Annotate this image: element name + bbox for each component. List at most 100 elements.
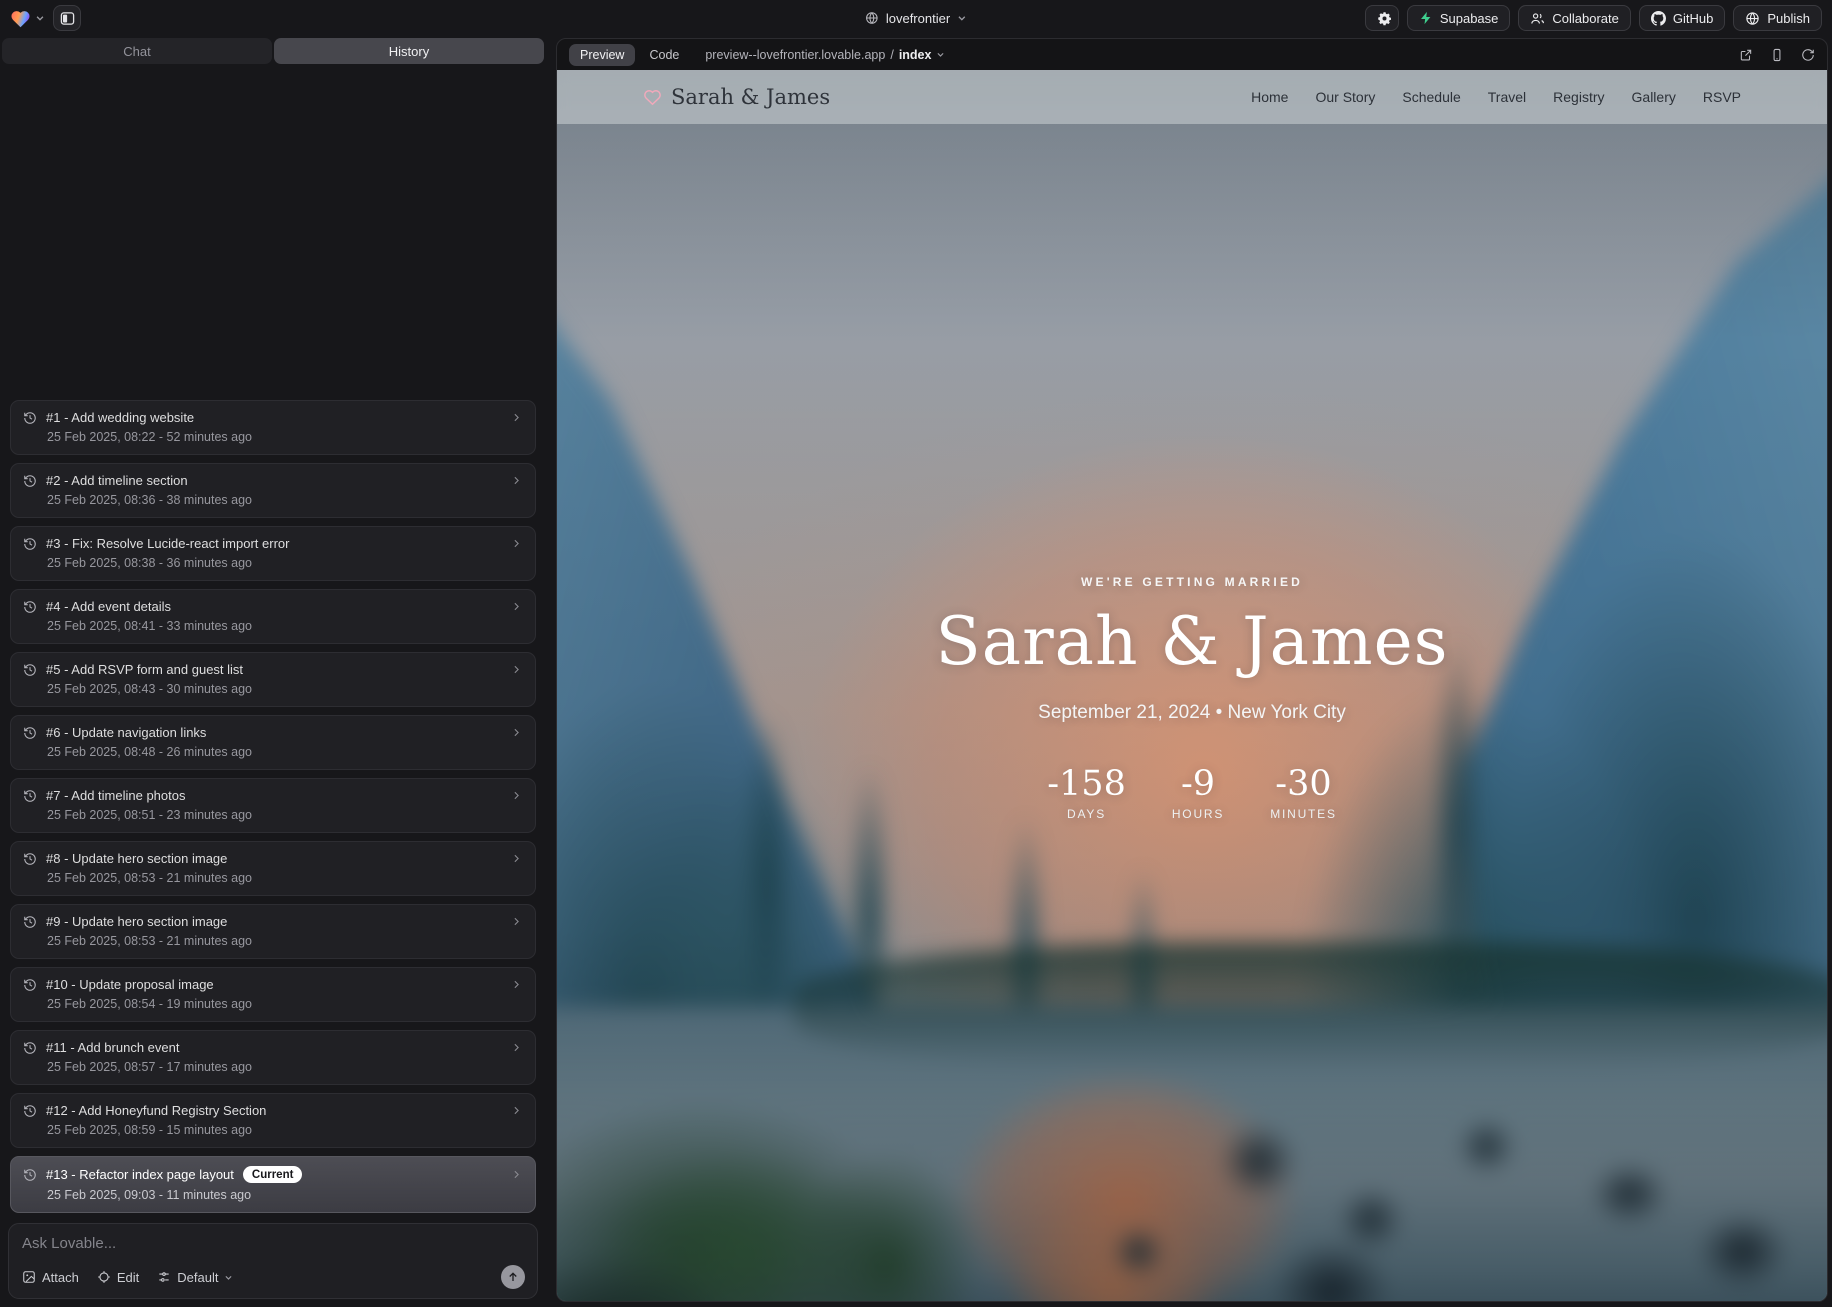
- history-item-meta: 25 Feb 2025, 08:22 - 52 minutes ago: [47, 430, 523, 444]
- history-item-title: #5 - Add RSVP form and guest list: [46, 662, 243, 677]
- site-nav-link[interactable]: Registry: [1553, 89, 1604, 105]
- chevron-right-icon[interactable]: [510, 663, 523, 676]
- chevron-right-icon[interactable]: [510, 1041, 523, 1054]
- publish-button[interactable]: Publish: [1733, 5, 1822, 31]
- project-selector[interactable]: lovefrontier: [865, 0, 967, 36]
- github-icon: [1651, 11, 1666, 26]
- history-icon: [23, 474, 37, 488]
- settings-button[interactable]: [1365, 5, 1399, 31]
- site-nav-link[interactable]: Home: [1251, 89, 1288, 105]
- history-item-meta: 25 Feb 2025, 08:54 - 19 minutes ago: [47, 997, 523, 1011]
- arrow-up-icon: [507, 1271, 519, 1283]
- history-item[interactable]: #4 - Add event details 25 Feb 2025, 08:4…: [10, 589, 536, 644]
- chevron-right-icon[interactable]: [510, 537, 523, 550]
- send-button[interactable]: [501, 1265, 525, 1289]
- supabase-button[interactable]: Supabase: [1407, 5, 1511, 31]
- chevron-right-icon[interactable]: [510, 600, 523, 613]
- history-icon: [23, 852, 37, 866]
- countdown-value: -158: [1047, 764, 1126, 804]
- mobile-view-icon[interactable]: [1770, 48, 1784, 62]
- history-item-title: #11 - Add brunch event: [46, 1040, 179, 1055]
- history-icon: [23, 663, 37, 677]
- history-item-meta: 25 Feb 2025, 09:03 - 11 minutes ago: [47, 1188, 523, 1202]
- chevron-right-icon[interactable]: [510, 726, 523, 739]
- toggle-sidebar-button[interactable]: [53, 5, 81, 31]
- history-item[interactable]: #3 - Fix: Resolve Lucide-react import er…: [10, 526, 536, 581]
- site-brand[interactable]: Sarah & James: [643, 85, 830, 109]
- history-icon: [23, 1104, 37, 1118]
- countdown-label: MINUTES: [1270, 807, 1337, 821]
- history-item-title: #9 - Update hero section image: [46, 914, 227, 929]
- collaborate-button[interactable]: Collaborate: [1518, 5, 1631, 31]
- chevron-right-icon[interactable]: [510, 411, 523, 424]
- history-item-title: #1 - Add wedding website: [46, 410, 194, 425]
- history-icon: [23, 1041, 37, 1055]
- attach-label: Attach: [42, 1270, 79, 1285]
- project-name: lovefrontier: [886, 11, 950, 26]
- chevron-right-icon[interactable]: [510, 978, 523, 991]
- chevron-right-icon[interactable]: [510, 474, 523, 487]
- chevron-down-icon: [936, 50, 945, 59]
- lovable-logo-menu[interactable]: [10, 9, 45, 28]
- refresh-icon[interactable]: [1801, 48, 1815, 62]
- history-item[interactable]: #12 - Add Honeyfund Registry Section 25 …: [10, 1093, 536, 1148]
- history-icon: [23, 600, 37, 614]
- history-item-meta: 25 Feb 2025, 08:36 - 38 minutes ago: [47, 493, 523, 507]
- history-item-title: #2 - Add timeline section: [46, 473, 188, 488]
- sliders-icon: [157, 1270, 171, 1284]
- chevron-right-icon[interactable]: [510, 915, 523, 928]
- edit-button[interactable]: Edit: [97, 1270, 139, 1285]
- site-nav-link[interactable]: Schedule: [1402, 89, 1460, 105]
- history-item[interactable]: #13 - Refactor index page layout Current…: [10, 1156, 536, 1213]
- prompt-composer[interactable]: Ask Lovable... Attach Edit Default: [8, 1223, 538, 1299]
- users-icon: [1530, 11, 1545, 26]
- chevron-right-icon[interactable]: [510, 852, 523, 865]
- history-item[interactable]: #1 - Add wedding website 25 Feb 2025, 08…: [10, 400, 536, 455]
- tab-code[interactable]: Code: [649, 48, 679, 62]
- countdown-unit: -30 MINUTES: [1270, 764, 1337, 821]
- preview-url[interactable]: preview--lovefrontier.lovable.app / inde…: [705, 48, 945, 62]
- lovable-heart-icon: [10, 9, 31, 28]
- history-item-meta: 25 Feb 2025, 08:48 - 26 minutes ago: [47, 745, 523, 759]
- site-nav-link[interactable]: Gallery: [1632, 89, 1676, 105]
- history-item-meta: 25 Feb 2025, 08:43 - 30 minutes ago: [47, 682, 523, 696]
- chevron-down-icon: [957, 13, 967, 23]
- history-item[interactable]: #6 - Update navigation links 25 Feb 2025…: [10, 715, 536, 770]
- history-item-title: #10 - Update proposal image: [46, 977, 214, 992]
- history-item[interactable]: #10 - Update proposal image 25 Feb 2025,…: [10, 967, 536, 1022]
- heart-icon: [643, 88, 662, 106]
- sidebar-panel-icon: [60, 11, 75, 26]
- tab-history[interactable]: History: [274, 38, 544, 64]
- github-button[interactable]: GitHub: [1639, 5, 1725, 31]
- sidebar-tabs: Chat History: [2, 38, 544, 64]
- history-item-meta: 25 Feb 2025, 08:38 - 36 minutes ago: [47, 556, 523, 570]
- history-item[interactable]: #11 - Add brunch event 25 Feb 2025, 08:5…: [10, 1030, 536, 1085]
- chevron-right-icon[interactable]: [510, 1104, 523, 1117]
- chevron-right-icon[interactable]: [510, 789, 523, 802]
- history-item[interactable]: #8 - Update hero section image 25 Feb 20…: [10, 841, 536, 896]
- open-external-icon[interactable]: [1739, 48, 1753, 62]
- supabase-icon: [1419, 11, 1433, 25]
- site-viewport: Sarah & James Home Our Story Schedule Tr…: [557, 70, 1827, 1301]
- history-item-meta: 25 Feb 2025, 08:41 - 33 minutes ago: [47, 619, 523, 633]
- chevron-right-icon[interactable]: [510, 1168, 523, 1181]
- chevron-down-icon: [224, 1273, 233, 1282]
- tab-preview[interactable]: Preview: [569, 44, 635, 66]
- site-nav-link[interactable]: RSVP: [1703, 89, 1741, 105]
- history-item-meta: 25 Feb 2025, 08:53 - 21 minutes ago: [47, 871, 523, 885]
- mode-select[interactable]: Default: [157, 1270, 233, 1285]
- site-nav-link[interactable]: Travel: [1488, 89, 1526, 105]
- history-item[interactable]: #2 - Add timeline section 25 Feb 2025, 0…: [10, 463, 536, 518]
- history-icon: [23, 978, 37, 992]
- history-item[interactable]: #9 - Update hero section image 25 Feb 20…: [10, 904, 536, 959]
- history-item[interactable]: #7 - Add timeline photos 25 Feb 2025, 08…: [10, 778, 536, 833]
- tab-chat[interactable]: Chat: [2, 38, 272, 64]
- site-nav-link[interactable]: Our Story: [1315, 89, 1375, 105]
- history-icon: [23, 1168, 37, 1182]
- history-item[interactable]: #5 - Add RSVP form and guest list 25 Feb…: [10, 652, 536, 707]
- gear-icon: [1377, 11, 1392, 26]
- history-item-title: #12 - Add Honeyfund Registry Section: [46, 1103, 266, 1118]
- attach-button[interactable]: Attach: [22, 1270, 79, 1285]
- prompt-input[interactable]: Ask Lovable...: [22, 1235, 525, 1252]
- countdown-unit: -9 HOURS: [1172, 764, 1224, 821]
